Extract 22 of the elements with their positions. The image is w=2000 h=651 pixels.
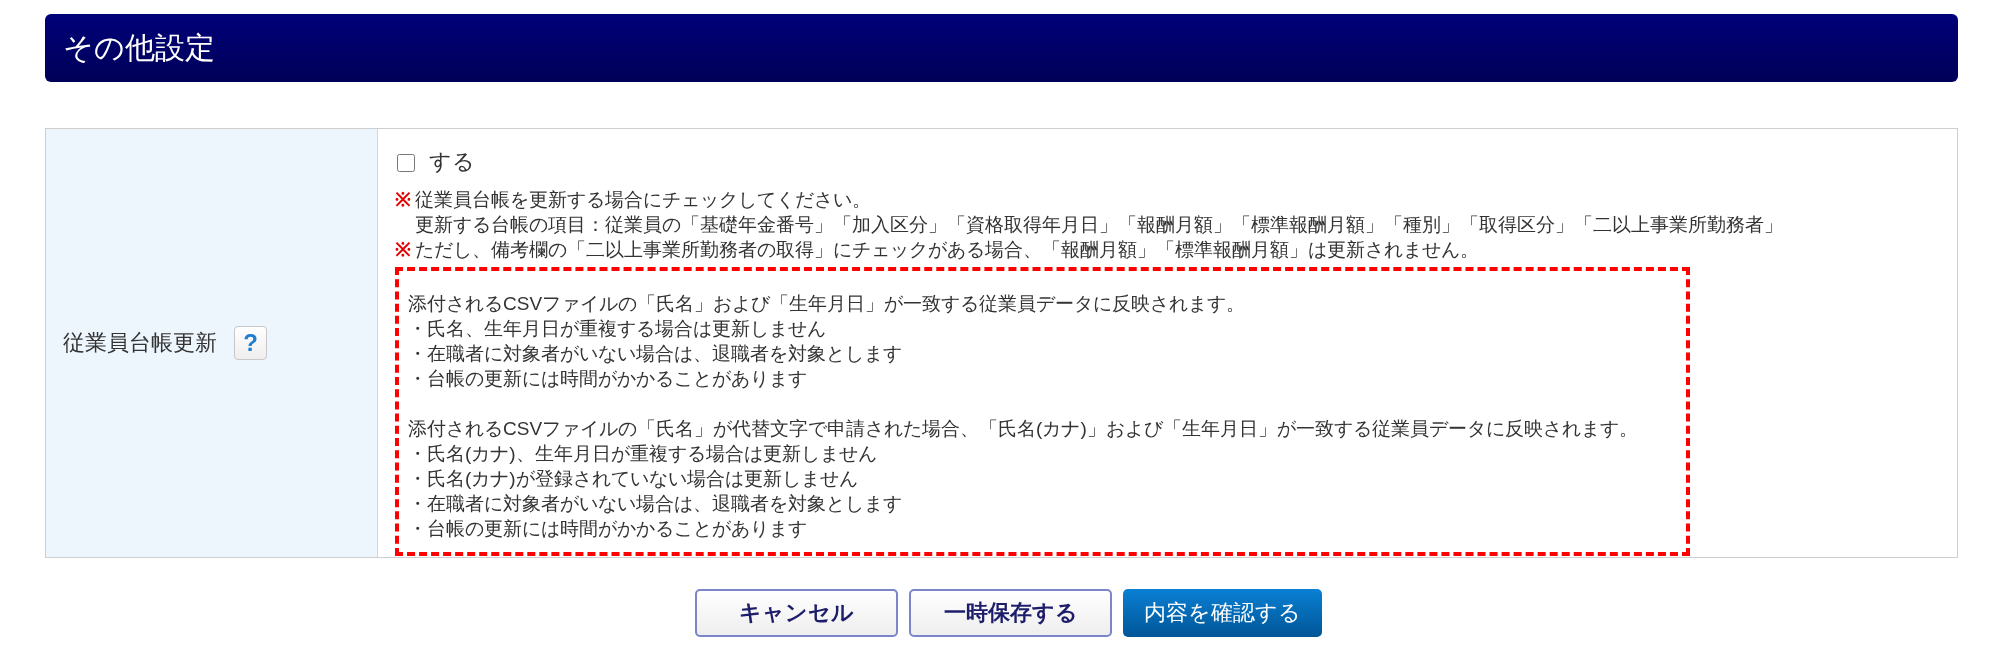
bullet-text: ・氏名(カナ)が登録されていない場合は更新しません xyxy=(408,467,858,491)
bullet-text: ・氏名、生年月日が重複する場合は更新しません xyxy=(408,317,826,341)
note-mark: ※ xyxy=(395,188,412,212)
note-text: ただし、備考欄の「二以上事業所勤務者の取得」にチェックがある場合、「報酬月額」「標準報酬月額」は更新されません。 xyxy=(415,238,1479,262)
checkbox[interactable] xyxy=(397,154,415,172)
help-button[interactable]: ? xyxy=(234,326,267,360)
checkbox-label[interactable]: する xyxy=(429,147,475,177)
action-button[interactable]: キャンセル xyxy=(695,589,898,637)
confirm-button[interactable]: 内容を確認する xyxy=(1123,589,1322,637)
note-text: 従業員台帳を更新する場合にチェックしてください。 xyxy=(415,188,872,212)
bullet-text: ・在職者に対象者がいない場合は、退職者を対象とします xyxy=(408,342,902,366)
note-text: 更新する台帳の項目：従業員の「基礎年金番号」「加入区分」「資格取得年月日」「報酬月額」「標準報酬月額」「種別」「取得区分」「二以上事業所勤務者」 xyxy=(415,213,1783,237)
note-mark: ※ xyxy=(395,238,412,262)
bullet-text: ・台帳の更新には時間がかかることがあります xyxy=(408,367,807,391)
field-label: 従業員台帳更新 xyxy=(63,329,217,357)
bullet-text: ・氏名(カナ)、生年月日が重複する場合は更新しません xyxy=(408,442,877,466)
action-button[interactable]: 一時保存する xyxy=(909,589,1112,637)
bullet-text: ・在職者に対象者がいない場合は、退職者を対象とします xyxy=(408,492,902,516)
bullet-text: ・台帳の更新には時間がかかることがあります xyxy=(408,517,807,541)
info-text: 添付されるCSVファイルの「氏名」および「生年月日」が一致する従業員データに反映されます。 xyxy=(408,292,1246,316)
info-text: 添付されるCSVファイルの「氏名」が代替文字で申請された場合、「氏名(カナ)」および「生年月日」が一致する従業員データに反映されます。 xyxy=(408,417,1638,441)
section-title: その他設定 xyxy=(63,30,215,66)
